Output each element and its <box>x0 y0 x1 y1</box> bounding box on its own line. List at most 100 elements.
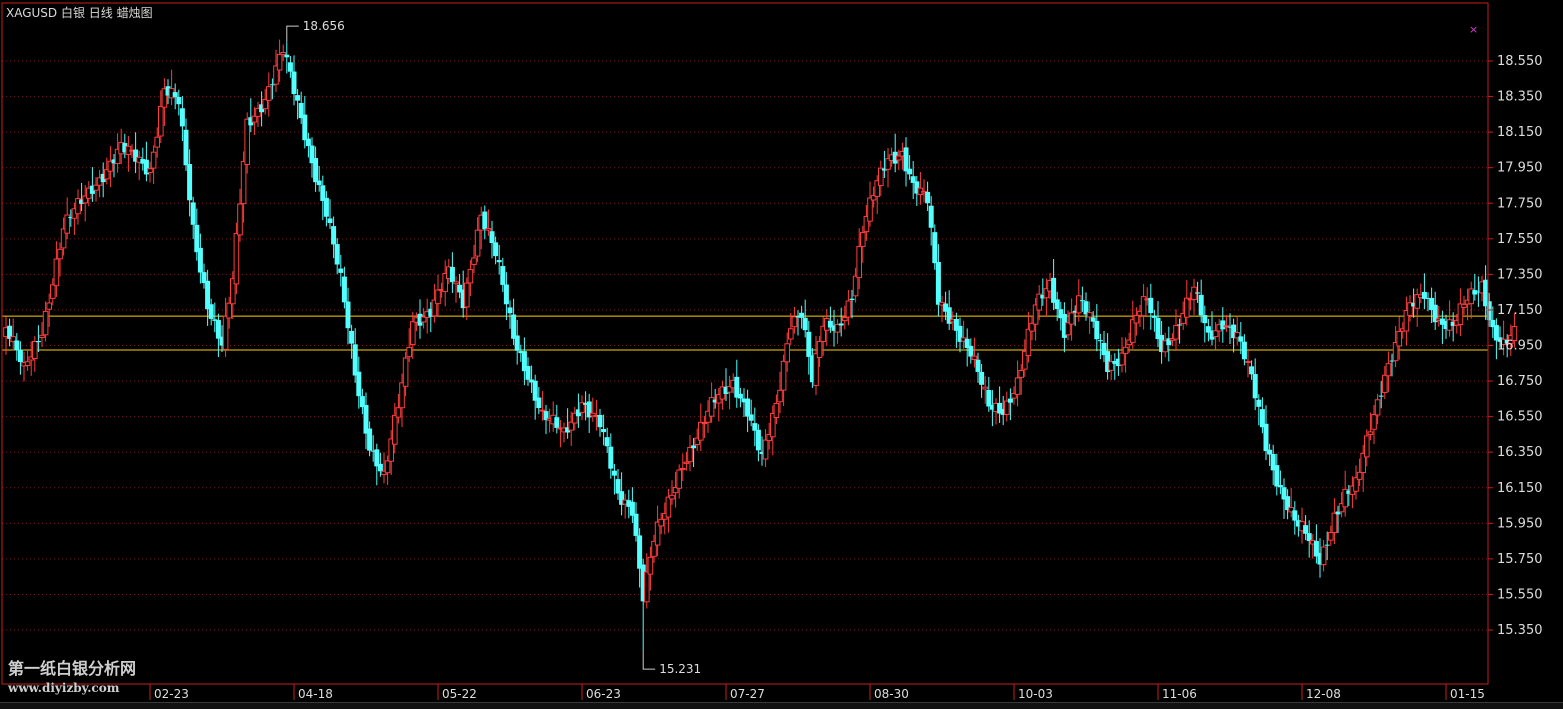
candle-body-up <box>485 228 492 231</box>
candle-body-up <box>50 284 56 299</box>
x-tick-label: 12-08 <box>1306 687 1341 701</box>
candle-body-down <box>903 147 909 172</box>
candle-body-up <box>644 571 650 603</box>
candle-body-down <box>179 108 185 127</box>
candle-body-down <box>604 437 610 447</box>
candle-body-up <box>1119 352 1125 366</box>
watermark-url: www.diyizby.com <box>8 681 120 695</box>
y-tick-label: 16.750 <box>1497 374 1543 389</box>
y-tick-label: 18.350 <box>1497 90 1543 105</box>
candle-body-down <box>302 114 308 141</box>
candle-body-down <box>187 164 193 201</box>
candle-body-down <box>1198 294 1204 316</box>
y-tick-label: 18.550 <box>1497 54 1543 69</box>
annotation-label: 18.656 <box>303 19 345 33</box>
candle-body-up <box>658 518 665 527</box>
candle-body-up <box>1367 431 1374 435</box>
candle-body-up <box>57 248 63 260</box>
candle-body-down <box>975 359 981 372</box>
candle-body-down <box>331 226 337 245</box>
candle-body-up <box>226 302 232 319</box>
candle-body-up <box>773 402 780 418</box>
candle-body-down <box>341 276 347 303</box>
candle-body-down <box>1079 300 1085 302</box>
candle-body-up <box>233 232 240 285</box>
candle-body-down <box>925 191 931 204</box>
candle-body-up <box>816 340 823 358</box>
candle-body-up <box>410 321 416 346</box>
candle-body-down <box>928 205 934 228</box>
candle-body-down <box>1097 340 1103 342</box>
candle-body-up <box>467 269 474 284</box>
candle-body-up <box>791 316 798 328</box>
candle-body-down <box>629 501 635 516</box>
candle-body-up <box>222 315 229 350</box>
candle-body-down <box>1054 299 1060 310</box>
candle-body-up <box>698 421 704 441</box>
candle-body-down <box>215 320 221 339</box>
watermark-site-name: 第一纸白银分析网 <box>8 659 137 678</box>
candle-body-down <box>1220 320 1226 330</box>
y-tick-label: 17.750 <box>1497 196 1543 211</box>
candle-body-up <box>402 357 409 387</box>
candle-body-up <box>762 439 769 460</box>
annotation-leader <box>286 25 299 43</box>
candle-body-up <box>276 53 283 71</box>
candle-body-down <box>35 341 41 343</box>
candle-body-down <box>172 92 178 98</box>
candle-body-down <box>611 470 617 476</box>
x-tick-label: 11-06 <box>1162 687 1197 701</box>
candle-body-up <box>1374 399 1381 416</box>
candle-body-down <box>1263 423 1269 452</box>
annotation-label: 15.231 <box>659 662 701 676</box>
y-tick-label: 16.350 <box>1497 445 1543 460</box>
candle-body-down <box>1324 544 1330 546</box>
candle-body-down <box>1241 341 1247 360</box>
candle-body-up <box>384 460 391 474</box>
candle-body-down <box>1195 292 1201 294</box>
candle-body-up <box>1461 303 1467 309</box>
candle-body-down <box>345 301 351 329</box>
candle-body-down <box>511 314 517 339</box>
candle-body-up <box>665 496 672 518</box>
candle-body-up <box>474 229 481 257</box>
candle-body-up <box>834 324 841 333</box>
candle-body-up <box>683 461 690 464</box>
y-tick-label: 15.750 <box>1497 552 1543 567</box>
y-tick-label: 17.550 <box>1497 232 1543 247</box>
candle-body-down <box>284 54 290 58</box>
candle-body-down <box>1306 533 1312 542</box>
candle-body-up <box>1396 330 1403 347</box>
price-axis: 15.350 15.550 15.750 15.950 16.150 16.350 16.5… <box>1488 54 1543 638</box>
candle-body-down <box>489 231 495 244</box>
close-icon[interactable]: × <box>1469 23 1478 36</box>
candle-body-down <box>838 323 844 326</box>
candle-body-up <box>896 155 902 161</box>
y-tick-label: 18.150 <box>1497 125 1543 140</box>
candle-body-up <box>1382 374 1388 393</box>
candle-body-down <box>1486 301 1492 321</box>
candle-body-down <box>1292 510 1298 521</box>
candle-body-down <box>1202 315 1208 324</box>
x-tick-label: 08-30 <box>874 687 909 701</box>
candle-body-down <box>799 312 805 318</box>
candle-body-up <box>158 105 164 137</box>
x-tick-label: 06-23 <box>586 687 621 701</box>
candle-body-down <box>287 62 293 72</box>
candle-body-down <box>1256 399 1262 407</box>
x-tick-label: 01-15 <box>1450 687 1485 701</box>
candle-body-down <box>17 350 23 363</box>
candle-body-down <box>1148 297 1154 314</box>
candle-body-up <box>982 386 989 390</box>
x-tick-label: 02-23 <box>154 687 189 701</box>
candle-body-down <box>14 340 20 351</box>
candle-body-up <box>471 257 477 265</box>
y-tick-label: 17.950 <box>1497 161 1543 176</box>
candle-body-down <box>208 304 214 319</box>
candle-body-up <box>453 281 459 285</box>
candle-body-up <box>150 151 157 169</box>
candle-body-down <box>597 414 603 428</box>
candle-body-up <box>669 494 675 500</box>
date-axis: 02-23 04-18 05-22 06-23 07-27 08-30 10-03 11-06… <box>149 684 1485 701</box>
candle-body-down <box>979 371 985 385</box>
